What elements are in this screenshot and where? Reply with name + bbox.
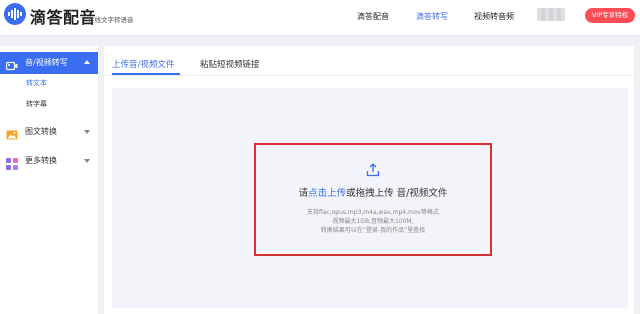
tab-paste-link[interactable]: 粘贴短视频链接	[200, 58, 260, 70]
result-location-hint: 转换结果可以在“登录-我的作品”里查找	[320, 227, 426, 234]
upload-instruction: 请点击上传或拖拽上传 音/视频文件	[256, 185, 490, 199]
sidebar-group-label: 音/视频转写	[25, 58, 68, 67]
top-header: 滴答配音 在线文字转语音 滴答配音 滴答转写 视频转音频 VIP专享特权	[0, 0, 640, 36]
sidebar-group-label: 图文转换	[25, 127, 57, 136]
upload-suffix: 或拖拽上传 音/视频文件	[346, 188, 448, 199]
nav-video-to-audio[interactable]: 视频转音频	[474, 11, 514, 22]
sidebar-group-label: 更多转换	[25, 156, 57, 165]
sidebar-item-to-text[interactable]: 转文本	[26, 78, 47, 88]
active-tab-indicator	[112, 73, 180, 75]
upload-icon	[366, 162, 380, 181]
app-logo-icon[interactable]	[4, 3, 26, 25]
nav-dida-dubbing[interactable]: 滴答配音	[357, 11, 389, 22]
sidebar-group-image-text[interactable]: 图文转换	[0, 121, 98, 143]
tab-upload-file[interactable]: 上传音/视频文件	[112, 58, 174, 70]
vip-privilege-button[interactable]: VIP专享特权	[585, 8, 635, 23]
image-icon	[6, 126, 18, 140]
chevron-up-icon	[84, 60, 90, 64]
video-camera-icon	[5, 57, 18, 71]
sidebar: 音/视频转写 转文本 转字幕 图文转换 更多转换	[0, 46, 98, 314]
chevron-down-icon	[84, 130, 90, 134]
app-slogan: 在线文字转语音	[88, 16, 134, 24]
tab-divider	[104, 75, 634, 76]
upload-prefix: 请	[298, 188, 309, 199]
format-hint: 支持flac,opus,mp3,m4a,wav,mp4,mov等格式	[306, 209, 440, 216]
apps-grid-icon	[6, 155, 18, 170]
app-name[interactable]: 滴答配音	[30, 4, 96, 28]
sidebar-group-more[interactable]: 更多转换	[0, 150, 98, 172]
upload-drop-zone[interactable]: 请点击上传或拖拽上传 音/视频文件 支持flac,opus,mp3,m4a,wa…	[254, 143, 492, 256]
chevron-down-icon	[84, 159, 90, 163]
nav-dida-transcribe[interactable]: 滴答转写	[416, 11, 448, 22]
user-avatar[interactable]	[537, 8, 565, 21]
size-hint: 视频最大1GB,音频最大100M,	[332, 218, 414, 225]
click-upload-link[interactable]: 点击上传	[308, 188, 346, 199]
sidebar-item-to-subtitles[interactable]: 转字幕	[26, 99, 47, 109]
sidebar-group-av-transcribe[interactable]: 音/视频转写	[0, 52, 98, 74]
